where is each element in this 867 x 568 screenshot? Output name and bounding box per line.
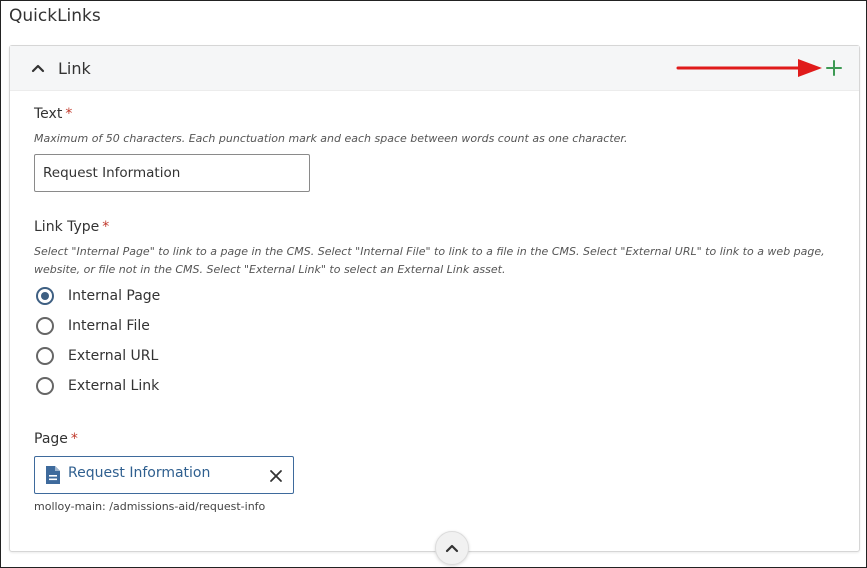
panel-title: Link [58,59,91,78]
page-label: Page [34,431,68,447]
selected-page-chip[interactable]: Request Information [34,456,294,494]
panel-header[interactable]: Link [10,46,859,91]
page-field-label: Page * [34,431,78,447]
required-mark: * [102,219,110,235]
radio-internal-file[interactable]: Internal File [36,315,150,337]
radio-button[interactable] [36,317,54,335]
annotation-arrow-icon [676,59,822,77]
link-type-label: Link Type * [34,219,109,235]
radio-button[interactable] [36,287,54,305]
required-mark: * [70,431,78,447]
chevron-up-icon [445,544,459,553]
radio-internal-page[interactable]: Internal Page [36,285,160,307]
radio-label: Internal File [68,318,150,334]
selected-page-link[interactable]: Request Information [68,465,210,481]
section-title: QuickLinks [9,6,101,26]
text-field-label: Text * [34,106,72,122]
radio-external-link[interactable]: External Link [36,375,159,397]
close-icon[interactable] [269,468,283,482]
link-panel: Link Text * Maximum of 50 characters. Eac… [9,45,860,565]
radio-button[interactable] [36,347,54,365]
radio-button[interactable] [36,377,54,395]
link-type-label-text: Link Type [34,219,100,235]
text-label: Text [34,106,63,122]
radio-label: Internal Page [68,288,161,304]
document-icon [45,465,61,485]
required-mark: * [65,106,73,122]
scroll-up-button[interactable] [435,531,469,565]
link-type-help: Select "Internal Page" to link to a page… [34,245,825,276]
radio-external-url[interactable]: External URL [36,345,158,367]
plus-icon[interactable] [825,59,843,77]
page-path: molloy-main: /admissions-aid/request-inf… [34,500,266,513]
radio-label: External URL [68,348,159,364]
radio-label: External Link [68,378,160,394]
text-input[interactable] [34,154,310,192]
text-field-help: Maximum of 50 characters. Each punctuati… [34,132,628,145]
window-frame: QuickLinks Link Text * Maximum of 50 cha… [0,0,867,568]
chevron-up-icon[interactable] [30,60,46,76]
